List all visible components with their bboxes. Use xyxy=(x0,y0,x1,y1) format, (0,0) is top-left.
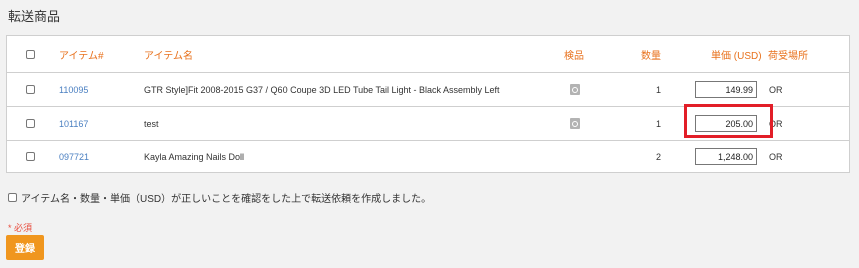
item-number-link[interactable]: 097721 xyxy=(59,141,89,172)
unit-price-input[interactable] xyxy=(695,148,757,165)
item-location: OR xyxy=(769,84,783,95)
confirm-label[interactable]: アイテム名・数量・単価（USD）が正しいことを確認をした上で転送依頼を作成しまし… xyxy=(21,190,431,205)
submit-button[interactable]: 登録 xyxy=(6,235,44,260)
item-quantity: 1 xyxy=(656,118,662,129)
inspect-icon[interactable] xyxy=(570,84,580,95)
inspection-cell xyxy=(570,107,580,140)
header-quantity: 数量 xyxy=(641,50,661,62)
unit-price-cell xyxy=(695,73,757,106)
select-all-cell xyxy=(26,36,35,72)
confirm-checkbox[interactable] xyxy=(8,193,17,202)
table-row: 097721 Kayla Amazing Nails Doll 2 OR xyxy=(7,140,849,172)
table-header-row: アイテム# アイテム名 検品 数量 単価 (USD) 荷受場所 xyxy=(7,36,849,72)
unit-price-cell xyxy=(695,141,757,172)
header-unit-price: 単価 (USD) xyxy=(711,50,762,62)
item-number-link[interactable]: 110095 xyxy=(59,73,88,106)
section-title: 転送商品 xyxy=(8,9,61,24)
item-quantity: 2 xyxy=(656,151,662,162)
row-checkbox[interactable] xyxy=(26,119,35,128)
item-number-link[interactable]: 101167 xyxy=(59,107,88,140)
inspection-cell xyxy=(570,73,580,106)
row-checkbox[interactable] xyxy=(26,85,35,94)
row-checkbox-cell xyxy=(26,107,35,140)
price-highlight-box xyxy=(684,104,773,138)
item-name: test xyxy=(144,118,159,129)
row-checkbox-cell xyxy=(26,141,35,172)
row-checkbox[interactable] xyxy=(26,152,35,161)
inspect-icon[interactable] xyxy=(570,118,580,129)
required-label: * 必須 xyxy=(8,223,33,233)
row-checkbox-cell xyxy=(26,73,35,106)
header-inspection: 検品 xyxy=(564,50,584,62)
confirm-row: アイテム名・数量・単価（USD）が正しいことを確認をした上で転送依頼を作成しまし… xyxy=(8,190,431,205)
unit-price-input[interactable] xyxy=(695,81,757,98)
transfer-items-page: 転送商品 アイテム# アイテム名 検品 数量 単価 (USD) 荷受場所 110… xyxy=(0,0,859,268)
header-item-name[interactable]: アイテム名 xyxy=(144,36,193,72)
table-row: 110095 GTR Style]Fit 2008-2015 G37 / Q60… xyxy=(7,72,849,106)
select-all-checkbox[interactable] xyxy=(26,49,35,59)
item-name: Kayla Amazing Nails Doll xyxy=(144,151,245,162)
item-name: GTR Style]Fit 2008-2015 G37 / Q60 Coupe … xyxy=(144,84,500,95)
item-quantity: 1 xyxy=(656,84,662,95)
item-location: OR xyxy=(769,151,783,162)
header-item-no[interactable]: アイテム# xyxy=(59,36,104,72)
header-receiving-location: 荷受場所 xyxy=(768,50,808,62)
